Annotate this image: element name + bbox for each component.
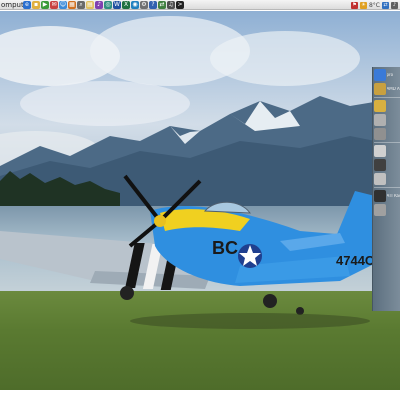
battery-gadget[interactable]: [373, 100, 400, 112]
explorer-icon[interactable]: ▤: [86, 0, 94, 9]
nose-text: BC: [212, 238, 238, 258]
mail-icon[interactable]: ✉: [50, 0, 58, 9]
separator: [373, 187, 400, 188]
separator: [373, 97, 400, 98]
usb-gadget[interactable]: [373, 128, 400, 140]
temperature-label: 8°C: [368, 1, 380, 9]
messenger-icon[interactable]: ☺: [59, 0, 67, 9]
drive-gadget[interactable]: [373, 114, 400, 126]
speaker-icon: [373, 204, 386, 216]
monitor-gadget[interactable]: pro: [373, 69, 400, 81]
bottom-edge: [0, 390, 400, 400]
excel-icon[interactable]: X: [122, 0, 130, 9]
cpu-icon: [373, 83, 386, 95]
calendar-icon[interactable]: ▦: [68, 0, 76, 9]
music-icon[interactable]: ♪: [95, 0, 103, 9]
word-icon[interactable]: W: [113, 0, 121, 9]
ati-gadget[interactable]: ATI Rade: [373, 190, 400, 202]
media-icon[interactable]: ▶: [41, 0, 49, 9]
drive2-gadget[interactable]: [373, 173, 400, 185]
tail-number: 4744C: [336, 253, 375, 268]
speaker-gadget[interactable]: [373, 204, 400, 216]
flag-icon[interactable]: ⚑: [350, 1, 358, 9]
gadget-label: AMD Athlon: [386, 87, 400, 91]
p51-mustang-plane: BC 4744C: [0, 174, 380, 329]
settings-icon[interactable]: ⚙: [140, 0, 148, 9]
drive-icon: [373, 173, 386, 185]
screen-icon: [373, 159, 386, 171]
battery-icon: [373, 100, 386, 112]
weather-icon[interactable]: ☀: [359, 1, 367, 9]
volume-icon[interactable]: ♫: [167, 0, 175, 9]
cloud: [210, 31, 360, 86]
drive-icon: [373, 114, 386, 126]
separator: [373, 142, 400, 143]
search-icon[interactable]: ⌕: [77, 0, 85, 9]
network-icon[interactable]: ⇄: [158, 0, 166, 9]
help-icon[interactable]: ?: [149, 0, 157, 9]
computer-label[interactable]: omputer: [0, 1, 23, 9]
volume-tray-icon[interactable]: ♪: [391, 1, 398, 9]
ie-icon[interactable]: e: [23, 0, 31, 9]
terminal-icon[interactable]: >: [176, 0, 184, 9]
globe-icon[interactable]: ◉: [131, 0, 139, 9]
graphics-icon: [373, 190, 386, 202]
screen-gadget[interactable]: [373, 159, 400, 171]
network-tray-icon[interactable]: ⇄: [382, 1, 389, 9]
network-gadget[interactable]: [373, 145, 400, 157]
cpu-gadget[interactable]: AMD Athlon: [373, 83, 400, 95]
usb-icon: [373, 128, 386, 140]
desktop-wallpaper: BC 4744C pro AMD Athlon ATI Rade: [0, 11, 400, 390]
system-tray: ⚑ ☀ 8°C ⇄ ♪: [350, 0, 398, 10]
gadget-sidebar: pro AMD Athlon ATI Rade: [372, 67, 400, 311]
taskbar: omputer e▪▶✉☺▦⌕▤♪◎WX◉⚙?⇄♫> ⚑ ☀ 8°C ⇄ ♪: [0, 0, 400, 10]
network-icon: [373, 145, 386, 157]
photo-icon[interactable]: ◎: [104, 0, 112, 9]
folder-icon[interactable]: ▪: [32, 0, 40, 9]
gadget-label: pro: [386, 73, 394, 77]
quick-launch-bar: e ▪ ▶ ✉ ☺ ▦ ⌕ ▤ ♪ ◎ W X ◉ ⚙? ⇄ ♫ >: [23, 0, 185, 9]
monitor-icon: [373, 69, 386, 81]
gadget-label: ATI Rade: [386, 194, 400, 198]
